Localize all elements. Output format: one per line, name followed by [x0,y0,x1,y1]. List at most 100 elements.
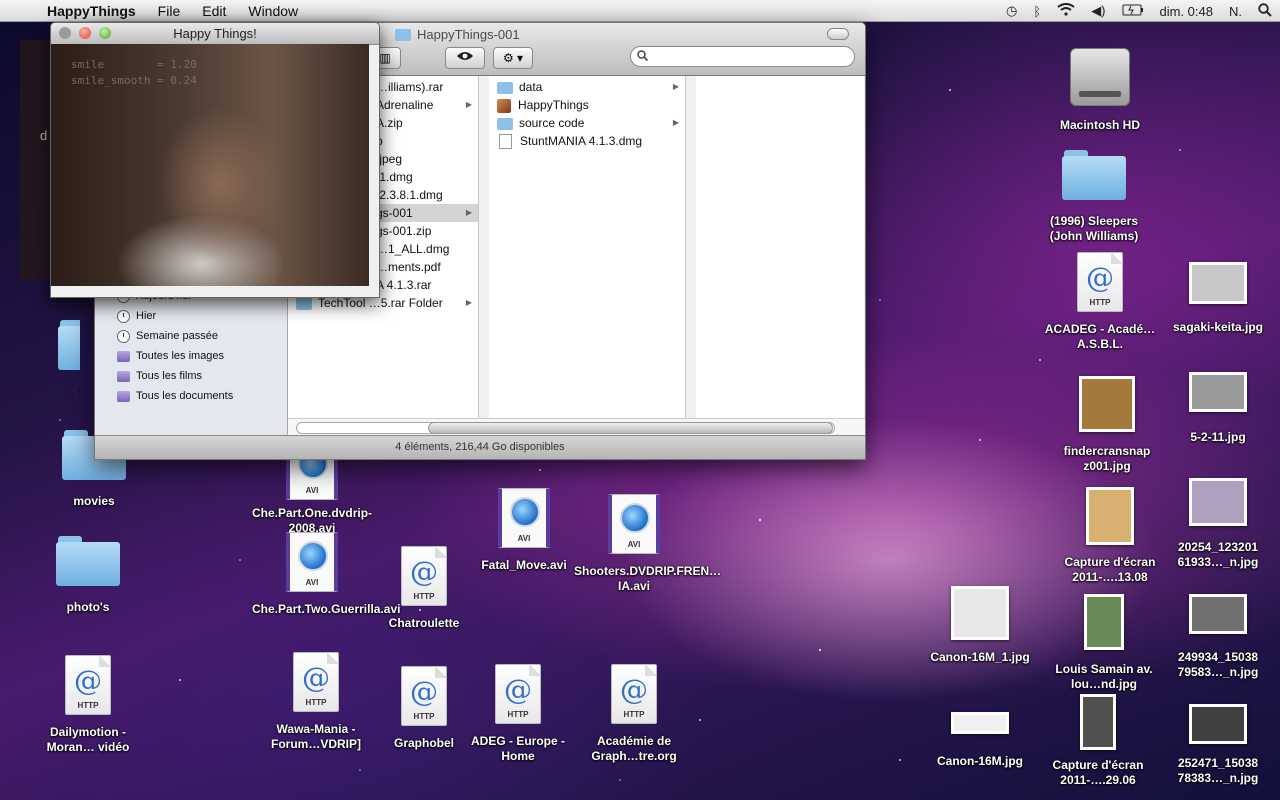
icon-label: Shooters.DVDRIP.FREN…IA.avi [574,564,722,593]
sidebar-item-all-documents[interactable]: Tous les documents [117,386,233,406]
desktop-icon-capture-1308[interactable]: Capture d'écran 2011-….13.08 [1050,487,1170,585]
happythings-titlebar[interactable]: Happy Things! [51,23,379,45]
desktop-icon-fatal-move[interactable]: AVI Fatal_Move.avi [464,488,584,573]
desktop-icon-sagaki[interactable]: sagaki-keita.jpg [1158,262,1278,335]
icon-label: Chatroulette [388,616,460,630]
desktop-icon-photos[interactable]: photo's [28,536,148,615]
sidebar-item-label: Hier [136,310,157,322]
horizontal-scrollbar[interactable] [288,418,865,436]
list-item-data[interactable]: data ▶ [489,78,685,96]
toolbar-toggle-button[interactable] [827,28,849,40]
icon-label: Macintosh HD [1059,118,1140,132]
list-item-stuntmania-dmg[interactable]: StuntMANIA 4.1.3.dmg [489,132,685,150]
desktop-icon-sleepers-folder[interactable]: (1996) Sleepers (John Williams) [1034,150,1154,244]
clock-icon [117,309,130,323]
clock-icon [117,329,130,343]
column-resize-handle[interactable] [479,76,489,419]
icon-label: photo's [66,600,110,614]
folder-icon [395,28,411,41]
http-document-icon: @ HTTP [401,666,447,726]
photo-thumbnail [1084,594,1124,650]
sidebar-item-all-movies[interactable]: Tous les films [117,366,202,386]
photo-thumbnail [1189,704,1247,744]
photo-thumbnail [951,586,1009,640]
icon-label: movies [73,494,115,508]
list-item-source-code[interactable]: source code ▶ [489,114,685,132]
desktop-icon-acadeg[interactable]: @ HTTP ACADEG - Acadé…A.S.B.L. [1040,252,1160,352]
menu-app-name[interactable]: HappyThings [36,3,147,19]
desktop-icon-che-part-two[interactable]: AVI Che.Part.Two.Guerrilla.avi [252,532,401,617]
desktop-icon-capture-2906[interactable]: Capture d'écran 2011-….29.06 [1038,694,1158,788]
sidebar-item-last-week[interactable]: Semaine passée [117,326,218,346]
icon-label: Académie de Graph…tre.org [591,734,677,763]
hard-drive-icon [1070,48,1130,106]
wifi-icon[interactable] [1049,3,1083,19]
webcam-video-frame: smile = 1.20 smile_smooth = 0.24 [51,44,369,286]
search-field[interactable] [630,46,855,67]
desktop-icon-wawa-mania[interactable]: @ HTTP Wawa-Mania - Forum…VDRIP] [256,652,376,752]
menu-extras: ◷ ᛒ ◀) dim. 0:48 N. [998,0,1280,22]
icon-label: 5-2-11.jpg [1190,430,1246,444]
icon-label: 20254_123201 61933…_n.jpg [1177,540,1259,569]
icon-label: 249934_15038 79583…_n.jpg [1177,650,1259,679]
photo-thumbnail [1189,594,1247,634]
ghost-letter: d [40,128,48,143]
volume-icon[interactable]: ◀) [1083,3,1113,19]
avi-document-icon: AVI [498,488,550,548]
smile-smooth-readout: smile_smooth = 0.24 [71,74,197,87]
icon-label: ACADEG - Acadé…A.S.B.L. [1044,322,1156,351]
icon-label: Canon-16M_1.jpg [930,650,1030,664]
sidebar-item-label: Tous les documents [136,390,234,402]
desktop-icon-findercransnap[interactable]: findercransnap z001.jpg [1047,376,1167,474]
desktop-icon-adeg-europe[interactable]: @ HTTP ADEG - Europe - Home [458,664,578,764]
icon-label: Che.Part.Two.Guerrilla.avi [252,602,401,616]
desktop-icon-macintosh-hd[interactable]: Macintosh HD [1040,48,1160,133]
photo-thumbnail [1086,487,1134,545]
bluetooth-icon[interactable]: ᛒ [1025,4,1049,19]
folder-icon [56,536,120,586]
desktop-icon-partial-folder[interactable]: w [20,320,80,399]
menu-edit[interactable]: Edit [191,3,237,19]
gear-icon: ⚙ [502,51,514,65]
desktop-icon-252471[interactable]: 252471_15038 78383…_n.jpg [1158,704,1278,786]
desktop-icon-20254[interactable]: 20254_123201 61933…_n.jpg [1158,478,1278,570]
icon-label: findercransnap z001.jpg [1063,444,1151,473]
desktop-icon-shooters[interactable]: AVI Shooters.DVDRIP.FREN…IA.avi [574,494,722,594]
clock-text[interactable]: dim. 0:48 [1152,4,1221,19]
column-resize-handle[interactable] [686,76,696,419]
desktop-icon-canon-16m-1[interactable]: Canon-16M_1.jpg [920,586,1040,665]
desktop-icon-5-2-11[interactable]: 5-2-11.jpg [1158,372,1278,445]
desktop-icon-canon-16m[interactable]: Canon-16M.jpg [920,712,1040,769]
icon-label: Wawa-Mania - Forum…VDRIP] [271,722,361,751]
spotlight-icon[interactable] [1250,2,1280,20]
time-machine-icon[interactable]: ◷ [998,3,1025,19]
smile-readout: smile = 1.20 [71,58,197,71]
desktop-icon-louis-samain[interactable]: Louis Samain av. lou…nd.jpg [1044,594,1164,692]
list-item-happythings[interactable]: HappyThings [489,96,685,114]
folder-icon [296,297,312,310]
avi-document-icon: AVI [608,494,660,554]
http-document-icon: @ HTTP [1077,252,1123,312]
desktop-icon-dailymotion[interactable]: @ HTTP Dailymotion - Moran… vidéo [28,655,148,755]
http-document-icon: @ HTTP [65,655,111,715]
finder-title-text: HappyThings-001 [417,27,520,42]
app-icon [497,98,511,113]
icon-label: (1996) Sleepers (John Williams) [1049,214,1139,243]
scrollbar-thumb[interactable] [428,422,833,434]
menu-file[interactable]: File [147,3,192,19]
icon-label: ADEG - Europe - Home [470,734,565,763]
icon-label: Louis Samain av. lou…nd.jpg [1055,662,1153,691]
menu-window[interactable]: Window [237,3,309,19]
photo-thumbnail [1189,372,1247,412]
user-menu[interactable]: N. [1221,4,1250,19]
icon-label: sagaki-keita.jpg [1172,320,1264,334]
desktop-icon-249934[interactable]: 249934_15038 79583…_n.jpg [1158,594,1278,680]
sidebar-item-all-images[interactable]: Toutes les images [117,346,224,366]
sidebar-item-yesterday[interactable]: Hier [117,306,156,326]
folder-icon [497,117,513,130]
http-document-icon: @ HTTP [611,664,657,724]
quicklook-button[interactable] [445,47,485,69]
action-gear-button[interactable]: ⚙ ▾ [493,47,533,69]
desktop-icon-academie[interactable]: @ HTTP Académie de Graph…tre.org [574,664,694,764]
battery-icon[interactable] [1114,4,1152,19]
